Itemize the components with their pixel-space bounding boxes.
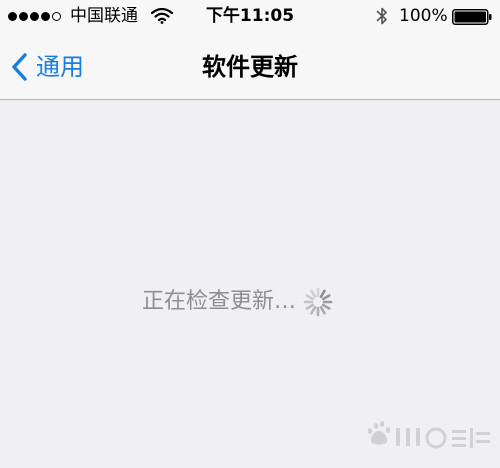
status-bar: 中国联通 下午11:05 100% [0,0,500,34]
spinner-spoke [305,294,315,301]
bluetooth-icon [376,7,387,25]
spinner-spoke [321,303,331,310]
spinner-spoke [319,289,326,299]
page-title: 软件更新 [202,53,298,81]
update-check-status: 正在检查更新… [142,286,334,318]
navigation-bar: 通用 软件更新 [0,34,500,100]
battery-percentage: 100% [399,6,448,26]
checking-status-label: 正在检查更新… [142,289,297,314]
spinner-spoke [310,305,317,315]
baidu-watermark-logo [367,421,490,449]
spinner-spoke [321,294,331,301]
spinner-spoke [319,305,326,315]
battery-icon [452,9,492,25]
activity-spinner-icon [303,287,333,317]
spinner-spoke [310,289,317,299]
content-area: 正在检查更新… [0,100,500,468]
spinner-spoke [305,303,315,310]
